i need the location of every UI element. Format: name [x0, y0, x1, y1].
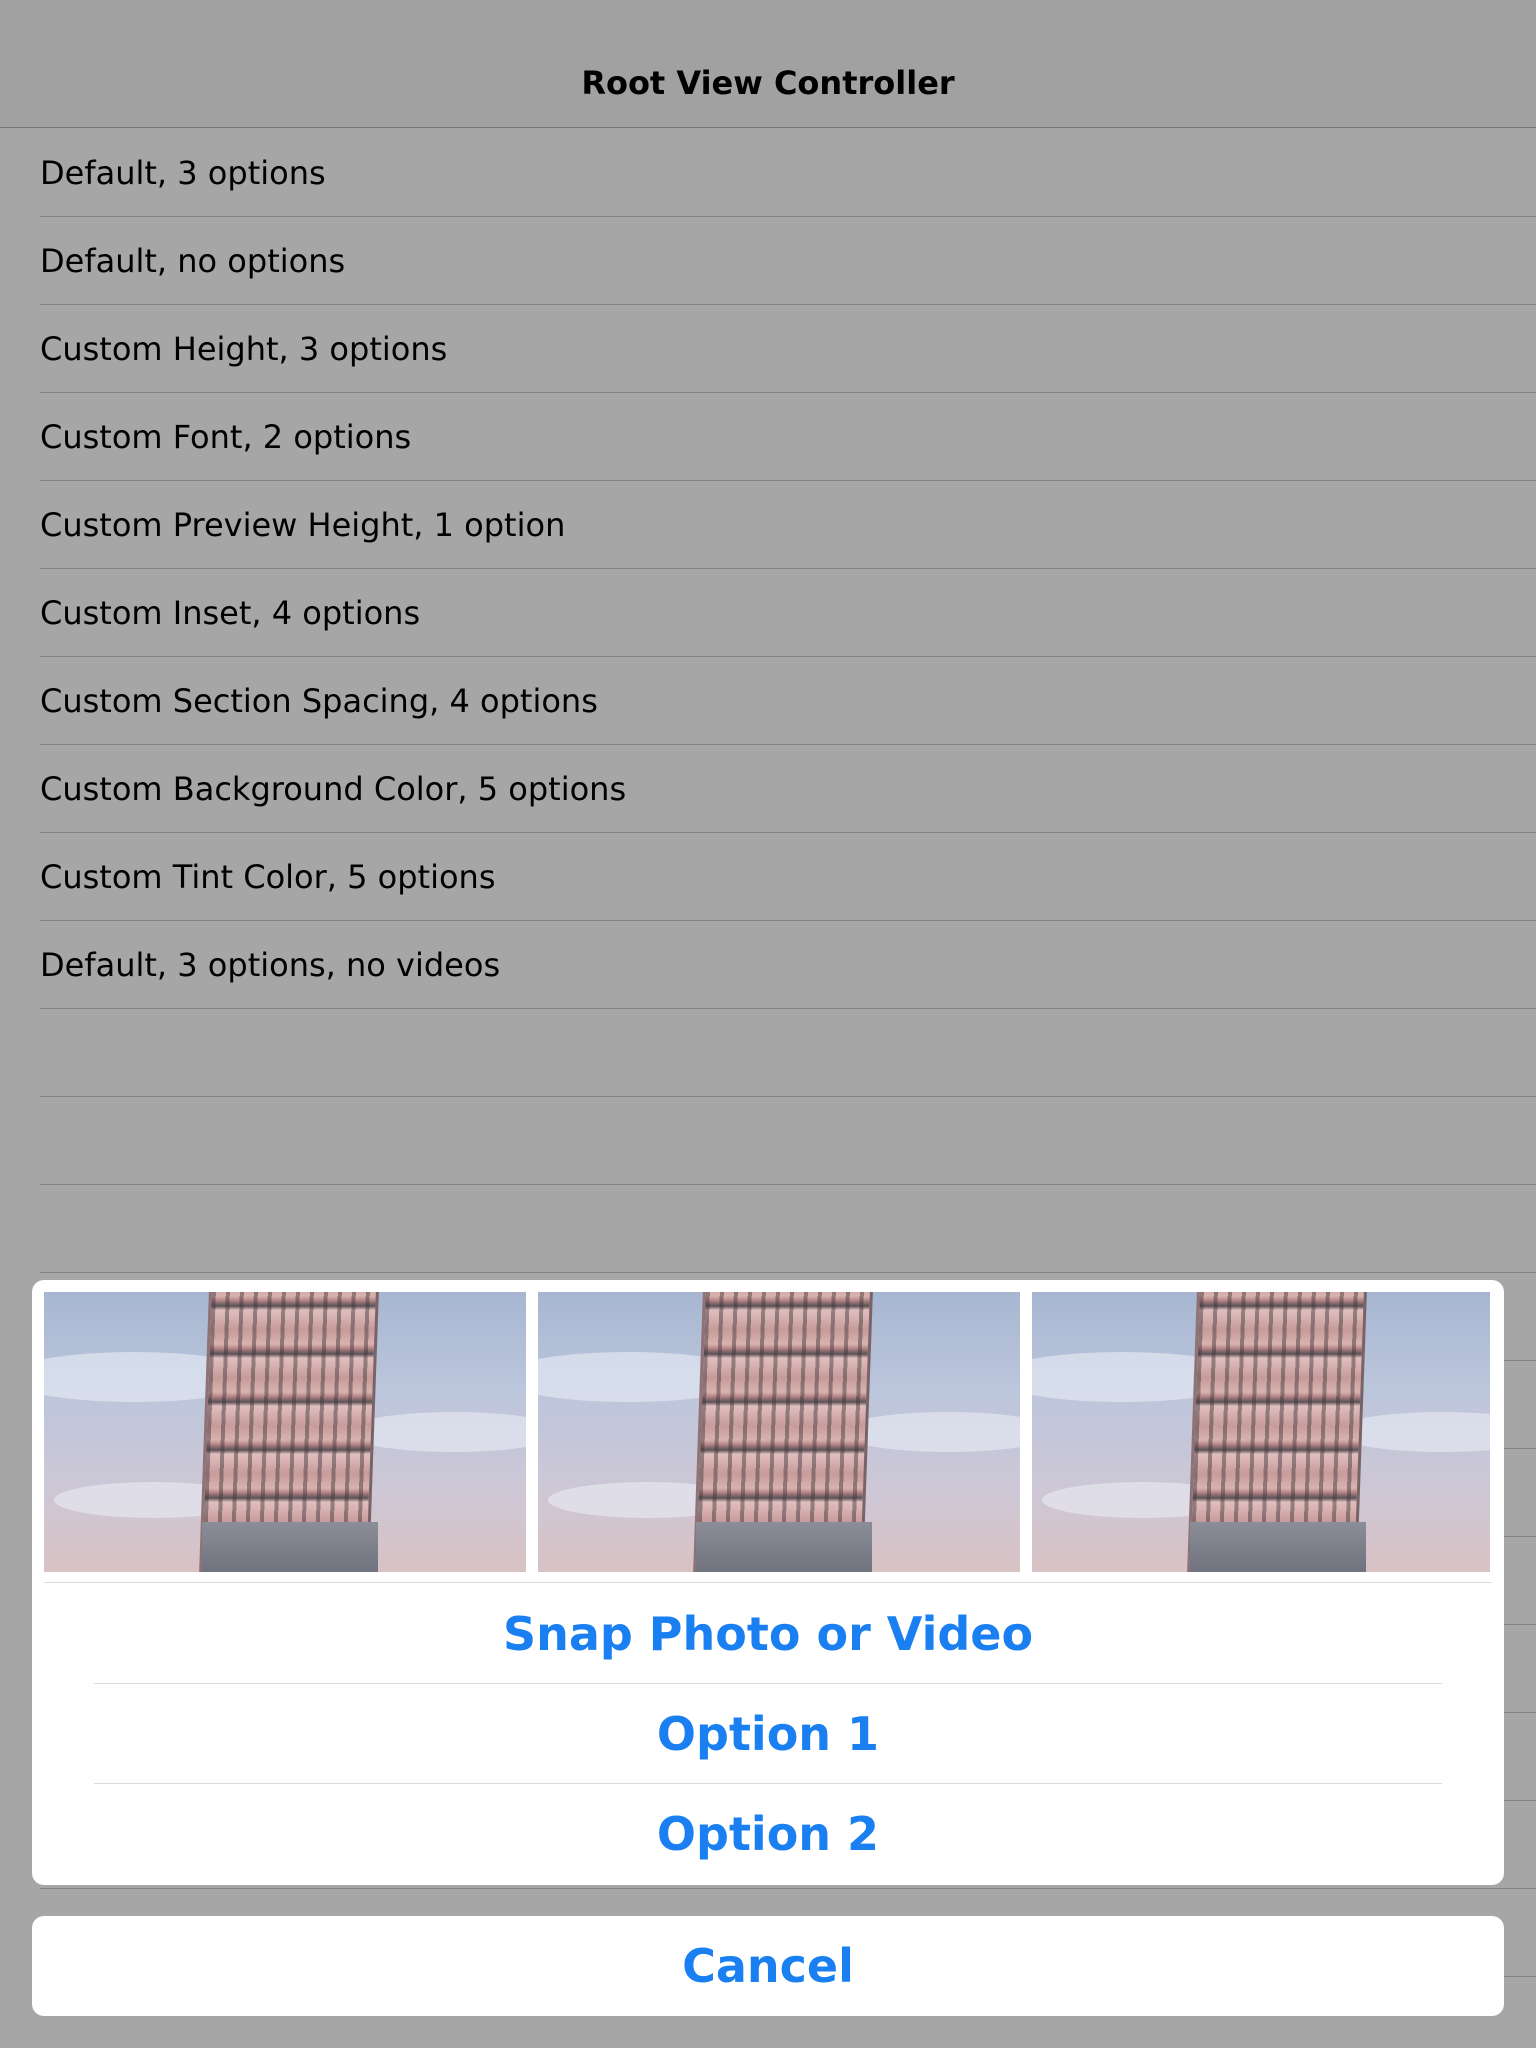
- tower-base: [202, 1522, 378, 1572]
- tower-base: [696, 1522, 872, 1572]
- photo-thumbnail[interactable]: [538, 1292, 1020, 1572]
- cancel-button[interactable]: Cancel: [32, 1916, 1504, 2016]
- divider: [44, 1582, 1492, 1583]
- snap-photo-or-video-button[interactable]: Snap Photo or Video: [32, 1584, 1504, 1684]
- option-1-button[interactable]: Option 1: [32, 1684, 1504, 1784]
- photo-preview-strip[interactable]: [44, 1292, 1490, 1572]
- option-2-button[interactable]: Option 2: [32, 1784, 1504, 1884]
- photo-thumbnail[interactable]: [1032, 1292, 1490, 1572]
- photo-thumbnail[interactable]: [44, 1292, 526, 1572]
- tower-base: [1190, 1522, 1366, 1572]
- action-sheet: Snap Photo or Video Option 1 Option 2: [32, 1280, 1504, 1885]
